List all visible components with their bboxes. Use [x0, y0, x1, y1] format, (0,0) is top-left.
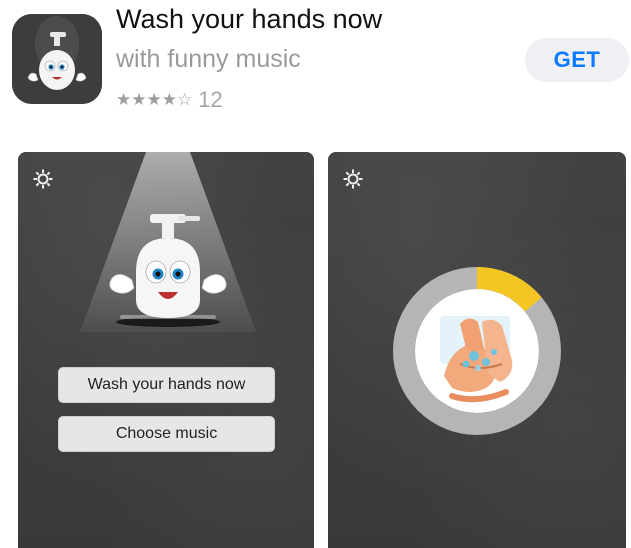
screenshot-home[interactable]: Wash your hands now Choose music	[18, 152, 314, 548]
app-subtitle: with funny music	[116, 45, 301, 73]
soap-mascot	[109, 214, 227, 327]
app-icon[interactable]	[12, 14, 102, 104]
handwash-timer-ring	[393, 267, 561, 435]
rating: ★★★★☆ 12	[116, 88, 223, 112]
app-store-listing: Wash your hands now with funny music ★★★…	[0, 0, 631, 548]
wash-hands-button[interactable]: Wash your hands now	[58, 367, 275, 403]
gear-icon	[33, 169, 53, 189]
get-button[interactable]: GET	[525, 38, 629, 82]
gear-icon	[343, 169, 363, 189]
rating-stars-icon: ★★★★☆	[116, 90, 193, 109]
choose-music-button[interactable]: Choose music	[58, 416, 275, 452]
app-title: Wash your hands now	[116, 4, 383, 34]
screenshot-timer[interactable]	[328, 152, 626, 548]
soap-mascot-icon	[12, 14, 102, 104]
rating-count: 12	[198, 87, 223, 112]
